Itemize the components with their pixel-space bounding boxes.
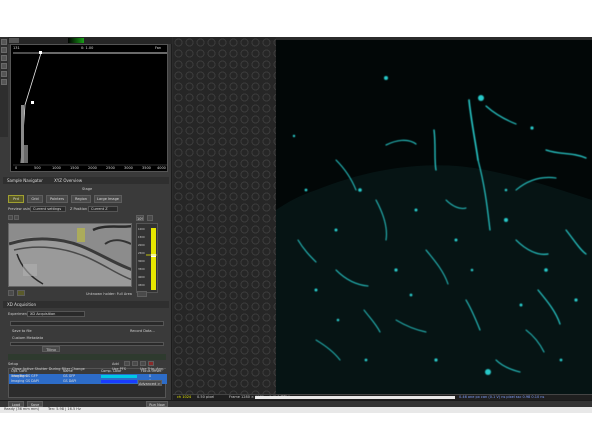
- fluorescence-image: [276, 40, 592, 394]
- z-tick: 3500: [138, 268, 145, 271]
- viewer-info-right: 0.46 one px can (0.1 V) ns pixel ssc 0.9…: [459, 395, 545, 399]
- z-tick: 4500: [138, 284, 145, 287]
- x-tick: 3000: [124, 166, 133, 170]
- window-status-bar: Ready (36 mm mm) Ten: 5.98 | 16.5 Hz: [0, 407, 592, 413]
- sample-navigator-tab[interactable]: Sample Navigator: [7, 178, 43, 183]
- row-color-swatch[interactable]: [101, 375, 137, 378]
- mode-pointers-button[interactable]: Pointers: [46, 195, 68, 203]
- x-tick: 2500: [106, 166, 115, 170]
- crosshair-tool-icon[interactable]: [1, 79, 7, 85]
- mode-grid-button[interactable]: Grid: [27, 195, 43, 203]
- nav-small-icon[interactable]: [8, 215, 13, 220]
- stage-overview-image[interactable]: [8, 223, 132, 287]
- table-row[interactable]: Imaging GS DAPI GS DAPI 0: [9, 379, 167, 384]
- left-toolbar: [0, 37, 8, 137]
- z-tick: 2000: [138, 244, 145, 247]
- lut-mode-icon[interactable]: [9, 38, 19, 43]
- tiling-button[interactable]: Tiling: [42, 346, 60, 352]
- up-icon[interactable]: [140, 361, 146, 366]
- row-conf: Imaging GS DAPI: [11, 379, 39, 383]
- unknown-holder-label: Unknown holder: Full Area: [86, 292, 132, 296]
- mode-prd-button[interactable]: Prd: [8, 195, 24, 203]
- stage-title: Stage: [82, 187, 93, 191]
- preview-using-label: Preview using: [8, 207, 33, 211]
- z-tick: 4000: [138, 276, 145, 279]
- z-tick: 1000: [138, 228, 145, 231]
- nd-acquisition-tab[interactable]: XD Acquisition: [7, 302, 36, 307]
- edit-icon[interactable]: [132, 361, 138, 366]
- zoom-value[interactable]: 10%: [136, 215, 144, 221]
- z-position-label: Z Position: [70, 207, 88, 211]
- pointer-tool-icon[interactable]: [1, 39, 7, 45]
- live-icon[interactable]: [17, 290, 25, 296]
- ready-status: Ready (36 mm mm): [4, 407, 40, 411]
- lut-toolbar: [8, 37, 172, 44]
- app-window: 131 0: 1.00 Fan 0 500 1000 1500 2000 250…: [0, 37, 592, 407]
- copy-icon[interactable]: [124, 361, 130, 366]
- row-color-swatch[interactable]: [101, 380, 137, 383]
- x-tick: 1000: [52, 166, 61, 170]
- histogram-panel[interactable]: 131 0: 1.00 Fan 0 500 1000 1500 2000 250…: [10, 44, 168, 172]
- bottom-bar: Load Save Run Now: [0, 400, 592, 407]
- preview-using-select[interactable]: Current settings: [30, 206, 66, 212]
- z-tick: 3000: [138, 260, 145, 263]
- nav-small-icon[interactable]: [14, 215, 19, 220]
- x-tick: 4000: [157, 166, 166, 170]
- metadata-field[interactable]: [10, 342, 164, 346]
- settings-icon[interactable]: [8, 290, 14, 296]
- z-tick: 2500: [138, 252, 145, 255]
- pixel-zoom: 0.50 pixel: [197, 395, 215, 399]
- setup-label: Setup: [8, 362, 19, 366]
- workspace-background: [173, 37, 276, 394]
- nd-acquisition-header[interactable]: XD Acquisition: [3, 301, 169, 308]
- mode-region-button[interactable]: Region: [71, 195, 91, 203]
- acquisition-tabs[interactable]: [8, 354, 166, 360]
- row-offset: 0: [149, 379, 152, 383]
- custom-metadata-checkbox[interactable]: Custom Metadata: [12, 336, 43, 340]
- stage-tissue-preview: [9, 224, 131, 286]
- gear-icon[interactable]: [147, 215, 153, 221]
- record-data-button[interactable]: Record Data...: [130, 329, 155, 333]
- z-tick: 1500: [138, 236, 145, 239]
- x-tick: 3500: [142, 166, 151, 170]
- x-tick: 2000: [88, 166, 97, 170]
- x-tick: 0: [15, 166, 18, 170]
- timing-status: Ten: 5.98 | 16.5 Hz: [48, 407, 81, 411]
- zoom-tool-icon[interactable]: [1, 47, 7, 53]
- experiment-field[interactable]: XD Acquisition: [27, 311, 85, 317]
- holder-button[interactable]: [137, 291, 147, 297]
- x-tick: 1500: [70, 166, 79, 170]
- path-field[interactable]: [10, 321, 164, 326]
- experiment-label: Experiment: [8, 312, 29, 316]
- channel-indicator[interactable]: ch 1024: [177, 395, 191, 399]
- save-to-file-checkbox[interactable]: Save to file: [12, 329, 32, 333]
- z-position-select[interactable]: Current Z: [88, 206, 118, 212]
- x-tick: 500: [34, 166, 41, 170]
- xyz-overview-tab[interactable]: XYZ Overview: [54, 178, 82, 183]
- progress-track: [255, 396, 455, 399]
- channel-table: Opt. Conf. Name Comp. Color Focus Offset…: [8, 368, 167, 398]
- mode-large-image-button[interactable]: Large Image: [94, 195, 122, 203]
- roi-tool-icon[interactable]: [1, 71, 7, 77]
- z-drive-scale[interactable]: 1000 1500 2000 2500 3000 3500 4000 4500: [136, 223, 158, 293]
- lut-gradient-icon[interactable]: [68, 38, 84, 43]
- pan-tool-icon[interactable]: [1, 55, 7, 61]
- delete-icon[interactable]: [148, 361, 154, 366]
- histogram-plot: [13, 51, 167, 166]
- image-viewer[interactable]: [276, 40, 592, 394]
- row-name: GS DAPI: [63, 379, 77, 383]
- add-channel-button[interactable]: Add: [112, 362, 119, 366]
- measure-tool-icon[interactable]: [1, 63, 7, 69]
- sample-navigator-header[interactable]: Sample Navigator XYZ Overview: [3, 177, 169, 184]
- control-panel: 131 0: 1.00 Fan 0 500 1000 1500 2000 250…: [0, 37, 172, 407]
